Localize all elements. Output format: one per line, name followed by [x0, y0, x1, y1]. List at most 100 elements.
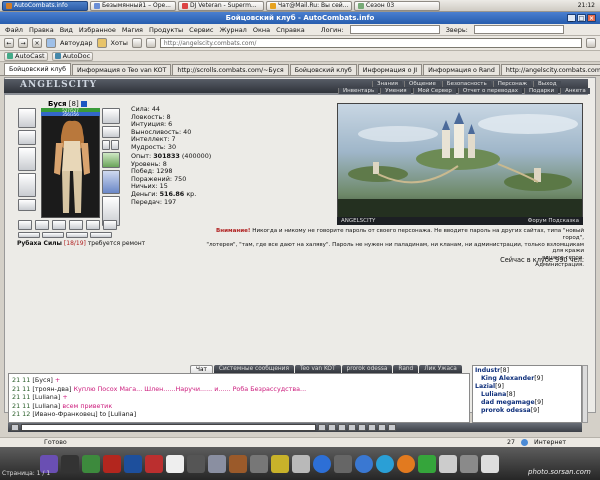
city-banner[interactable]	[337, 103, 583, 225]
chat-tab-main[interactable]: Чат	[190, 365, 213, 373]
menu-help[interactable]: Справка	[276, 26, 305, 34]
game-nav-profile[interactable]: Анкета	[560, 88, 590, 94]
weapon-slot[interactable]	[18, 147, 36, 171]
dock-app-icon[interactable]	[250, 454, 268, 473]
page-tab-fight-club-2[interactable]: Бойцовский клуб	[289, 64, 357, 75]
menu-products[interactable]: Продукты	[149, 26, 183, 34]
page-tab-info-teo[interactable]: Информация о Teo van KOT	[72, 64, 172, 75]
game-nav-my-server[interactable]: Мой Сервер	[412, 88, 456, 94]
minimize-button[interactable]: _	[567, 14, 576, 22]
ring-slot-2[interactable]	[111, 140, 119, 150]
back-button[interactable]: ←	[4, 38, 14, 48]
list-item[interactable]: King Alexander[9]	[475, 375, 579, 383]
gloves-slot[interactable]	[102, 152, 120, 168]
list-item[interactable]: prorok odessa[9]	[475, 407, 579, 415]
dock-app-icon[interactable]	[334, 454, 352, 473]
menu-favorites[interactable]: Избранное	[79, 26, 116, 34]
menu-journal[interactable]: Журнал	[219, 26, 246, 34]
taskbar-tab-season[interactable]: Сезон 03	[354, 0, 440, 11]
bookmark-autocast[interactable]: AutoCast	[4, 51, 48, 61]
send-icon[interactable]	[318, 424, 326, 431]
beast-field[interactable]	[473, 25, 564, 34]
dock-app-icon[interactable]	[229, 454, 247, 473]
dreamweaver-icon[interactable]	[82, 454, 100, 473]
dock-app-icon[interactable]	[271, 454, 289, 473]
list-item[interactable]: Luliana[8]	[475, 391, 579, 399]
chat-tab-prorok[interactable]: prorok odessa	[341, 365, 393, 373]
menu-file[interactable]: Файл	[5, 26, 23, 34]
dock-app-icon[interactable]	[460, 454, 478, 473]
chat-input[interactable]	[21, 424, 316, 431]
smile-icon[interactable]	[11, 424, 19, 431]
dock-app-icon[interactable]	[397, 454, 415, 473]
dock-app-icon[interactable]	[145, 454, 163, 473]
page-tab-scrolls[interactable]: http://scrolls.combats.com/~Буся	[172, 64, 289, 75]
calendar-icon[interactable]	[166, 454, 184, 473]
reload-icon[interactable]	[145, 38, 156, 48]
game-nav-gifts[interactable]: Подарки	[524, 88, 559, 94]
page-tab-fight-club[interactable]: Бойцовский клуб	[4, 63, 72, 75]
game-nav-security[interactable]: Безопасность	[441, 81, 491, 87]
exit-icon[interactable]	[388, 424, 396, 431]
pocket-slot-2[interactable]	[35, 220, 49, 230]
list-item[interactable]: dad megamage[9]	[475, 399, 579, 407]
chat-log[interactable]: 21 11 [Буся] + 21 11 [троян-два] Куплю П…	[8, 373, 470, 423]
armor-slot[interactable]	[18, 173, 36, 197]
menu-windows[interactable]: Окна	[253, 26, 270, 34]
pocket-slot-4[interactable]	[69, 220, 83, 230]
dock-app-icon[interactable]	[61, 454, 79, 473]
pocket-slot-5[interactable]	[86, 220, 100, 230]
dock-app-icon[interactable]	[376, 454, 394, 473]
menu-magic[interactable]: Магия	[122, 26, 143, 34]
menu-edit[interactable]: Правка	[29, 26, 54, 34]
chat-tab-lik[interactable]: Лик Ужаса	[419, 365, 462, 373]
refresh-icon[interactable]	[378, 424, 386, 431]
dock-app-icon[interactable]	[292, 454, 310, 473]
game-nav-skills[interactable]: Умения	[380, 88, 411, 94]
banner-links[interactable]: Форум Подсказка	[528, 218, 579, 224]
translit-icon[interactable]	[348, 424, 356, 431]
dock-app-icon[interactable]	[355, 454, 373, 473]
clear-icon[interactable]	[328, 424, 336, 431]
trash-icon[interactable]	[481, 454, 499, 473]
list-item[interactable]: Lazial[9]	[475, 383, 579, 391]
dock-app-icon[interactable]	[313, 454, 331, 473]
belt-item-3[interactable]	[66, 232, 88, 238]
taskbar-tab-autocombats[interactable]: AutoCombats.info	[2, 0, 88, 11]
game-nav-knowledge[interactable]: Знания	[372, 81, 402, 87]
login-field[interactable]	[349, 25, 440, 34]
stop-button[interactable]: ×	[32, 38, 42, 48]
dock-app-icon[interactable]	[418, 454, 436, 473]
close-window-button[interactable]: ×	[587, 14, 596, 22]
filter-icon[interactable]	[338, 424, 346, 431]
dock-app-icon[interactable]	[208, 454, 226, 473]
address-bar[interactable]: http://angelscity.combats.com/	[159, 38, 582, 48]
game-nav-exit[interactable]: Выход	[533, 81, 561, 87]
pocket-slot-6[interactable]	[103, 220, 117, 230]
list-item[interactable]: Industr[8]	[475, 367, 579, 375]
menu-service[interactable]: Сервис	[189, 26, 213, 34]
user-list-scrollbar[interactable]	[582, 365, 588, 423]
page-tab-info-rand[interactable]: Информация о Rand	[423, 64, 500, 75]
game-nav-character[interactable]: Персонаж	[492, 81, 532, 87]
page-tab-info-ji[interactable]: Информация о JI	[357, 64, 423, 75]
hotkeys-button[interactable]: Хоты	[111, 39, 128, 47]
chat-tab-system[interactable]: Системные сообщения	[213, 365, 294, 373]
amulet-slot[interactable]	[102, 126, 120, 138]
menu-view[interactable]: Вид	[60, 26, 73, 34]
bookmark-autodoc[interactable]: AutoDoc	[51, 51, 94, 61]
page-tab-angelscity[interactable]: http://angelscity.combats.com...	[500, 64, 600, 75]
pocket-slot-3[interactable]	[52, 220, 66, 230]
dock-app-icon[interactable]	[187, 454, 205, 473]
earring-slot[interactable]	[102, 108, 120, 124]
go-icon[interactable]	[586, 38, 596, 48]
taskbar-tab-dj-veteran[interactable]: DJ Veteran - Superm...	[178, 0, 264, 11]
home-icon[interactable]	[131, 38, 142, 48]
chat-tab-teo[interactable]: Teo van KOT	[294, 365, 341, 373]
forward-button[interactable]: →	[18, 38, 28, 48]
settings-icon[interactable]	[368, 424, 376, 431]
sound-icon[interactable]	[358, 424, 366, 431]
maximize-button[interactable]: □	[577, 14, 586, 22]
taskbar-tab-untitled[interactable]: Безымянный1 – Оре...	[90, 0, 176, 11]
bracer-slot[interactable]	[18, 130, 36, 145]
